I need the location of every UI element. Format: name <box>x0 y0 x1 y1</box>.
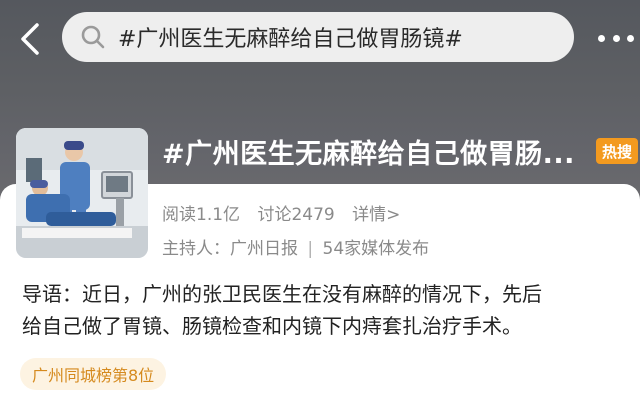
back-button[interactable] <box>14 20 46 58</box>
search-query: #广州医生无麻醉给自己做胃肠镜# <box>118 27 463 52</box>
more-dot <box>612 34 620 42</box>
more-icon[interactable] <box>598 33 634 43</box>
host-label[interactable]: 主持人：广州日报 <box>162 239 298 259</box>
read-count: 阅读1.1亿 <box>162 205 241 225</box>
city-rank-badge[interactable]: 广州同城榜第8位 <box>20 358 167 390</box>
topic-title[interactable]: #广州医生无麻醉给自己做胃肠... <box>162 132 592 171</box>
hot-search-badge: 热搜 <box>596 138 638 164</box>
more-dot <box>598 34 605 42</box>
topic-host-line: 主持人：广州日报 | 54家媒体发布 <box>162 234 429 259</box>
media-count[interactable]: 54家媒体发布 <box>323 239 430 259</box>
top-nav-bar: #广州医生无麻醉给自己做胃肠镜# <box>0 0 640 80</box>
topic-intro: 导语：近日，广州的张卫民医生在没有麻醉的情况下，先后 给自己做了胃镜、肠镜检查和… <box>22 278 622 342</box>
more-dot <box>627 34 634 42</box>
thumbnail-image <box>16 128 148 258</box>
search-icon <box>80 24 106 50</box>
intro-line: 导语：近日，广州的张卫民医生在没有麻醉的情况下，先后 <box>22 282 542 306</box>
separator: | <box>307 239 314 259</box>
details-link[interactable]: 详情> <box>352 205 400 225</box>
search-bar[interactable]: #广州医生无麻醉给自己做胃肠镜# <box>62 12 574 62</box>
intro-line: 给自己做了胃镜、肠镜检查和内镜下内痔套扎治疗手术。 <box>22 314 522 338</box>
discussion-count: 讨论2479 <box>257 205 335 225</box>
topic-stats: 阅读1.1亿 讨论2479 详情> <box>162 200 412 225</box>
back-arrow-icon <box>21 23 39 55</box>
topic-thumbnail[interactable] <box>16 128 148 258</box>
